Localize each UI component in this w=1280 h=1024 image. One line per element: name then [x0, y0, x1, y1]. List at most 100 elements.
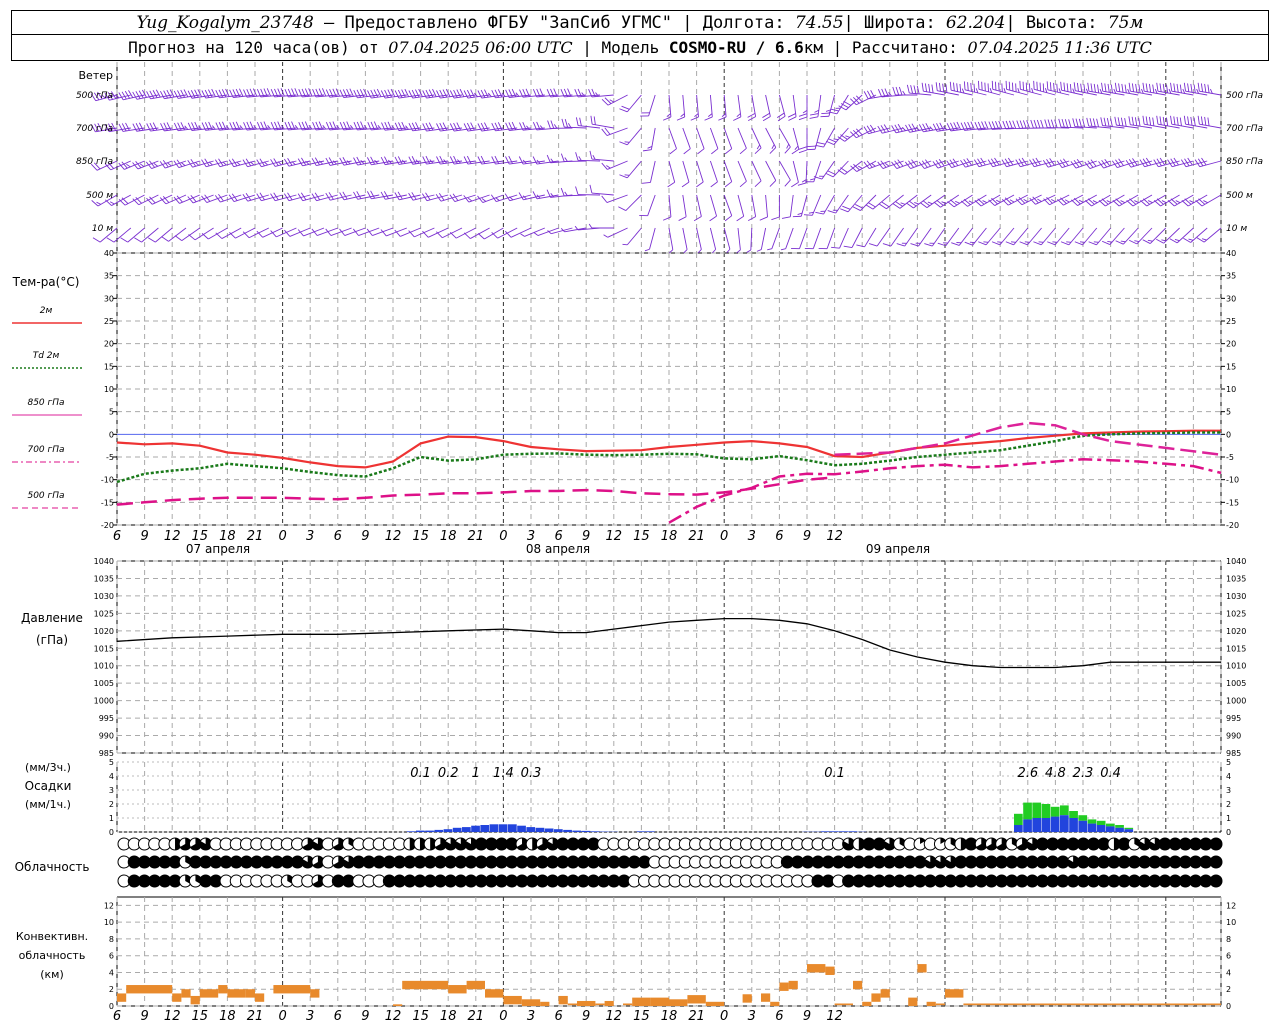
conv-bar [218, 985, 228, 994]
wind-barb-feather [678, 216, 687, 221]
conv-bar [540, 1001, 550, 1006]
wind-barb [663, 94, 672, 121]
precip-bar-1h [1023, 819, 1032, 832]
wind-barb-feather [842, 205, 851, 210]
wind-barb-feather [906, 84, 910, 94]
wind-barb [601, 194, 628, 203]
pressure-tick-label: 1040 [1226, 557, 1246, 566]
x-tick-label: 3 [748, 529, 756, 544]
precip-bar-1h [830, 831, 839, 832]
wind-barb-shaft [723, 227, 731, 250]
temp-legend-label: 700 гПа [27, 445, 64, 455]
precip-bar-3h [1050, 806, 1060, 817]
wind-barb [690, 94, 699, 121]
wind-barb-shaft [696, 160, 704, 183]
x-tick-label: 15 [412, 529, 429, 544]
wind-barb [906, 84, 932, 96]
wind-barb-feather [1120, 117, 1124, 127]
wind-barb [723, 227, 731, 254]
wind-barb [852, 194, 877, 211]
wind-barb-feather [897, 123, 903, 132]
wind-barb-feather [988, 121, 993, 130]
wind-barb-feather [405, 125, 409, 130]
precip-tick-label: 0 [1226, 828, 1231, 837]
conv-bar [788, 980, 798, 990]
wind-barb-feather [215, 232, 223, 239]
wind-barb-feather [784, 146, 791, 154]
wind-barb-feather [1110, 84, 1113, 93]
wind-level-label: 500 м [1226, 191, 1253, 201]
temp-tick-label: 20 [104, 340, 114, 349]
pressure-tick-label: 985 [99, 749, 114, 758]
wind-barb-feather [845, 135, 851, 138]
wind-barb-feather [147, 237, 156, 243]
wind-barb [682, 227, 688, 254]
conv-bar [255, 993, 265, 1002]
wind-barb-shaft [682, 127, 691, 149]
wind-barb [949, 81, 973, 96]
wind-barb-feather [681, 181, 690, 188]
wind-barb-feather [736, 113, 741, 118]
wind-barb-feather [815, 144, 824, 148]
wind-barb-feather [902, 90, 906, 96]
wind-barb-feather [624, 174, 630, 176]
wind-barb-feather [762, 116, 771, 122]
temp-tick-label: 10 [104, 385, 114, 394]
precip-bar-3h [1106, 823, 1115, 827]
wind-barb-feather [152, 90, 158, 98]
wind-barb-shaft [649, 160, 656, 183]
wind-barb-feather [901, 126, 906, 131]
wind-barb [146, 89, 173, 100]
wind-barb [762, 94, 771, 122]
wind-barb [843, 227, 863, 248]
wind-barb [520, 227, 545, 237]
wind-barb [477, 155, 504, 165]
wind-barb-feather [477, 233, 485, 240]
wind-barb-feather [589, 150, 593, 160]
wind-barb-feather [1097, 84, 1100, 93]
precip-bar-1h [434, 829, 444, 832]
precip-bar-1h [535, 827, 545, 832]
wind-barb [380, 227, 407, 237]
wind-barb-feather [153, 163, 158, 167]
precip-tick-label: 0 [109, 828, 114, 837]
wind-barb-feather [1118, 83, 1121, 92]
wind-barb-feather [356, 156, 362, 165]
x-tick-label: 12 [385, 529, 402, 544]
wind-barb [1128, 227, 1153, 245]
conv-bar [567, 1003, 577, 1006]
wind-barb [463, 122, 490, 132]
wind-barb-feather [1053, 82, 1055, 92]
wind-barb-feather [1204, 116, 1207, 126]
wind-barb-feather [1114, 116, 1117, 126]
temp-tick-label: -10 [1226, 476, 1239, 485]
wind-barb-feather [840, 208, 849, 213]
wind-barb-feather [146, 91, 151, 100]
pressure-tick-label: 1035 [1226, 574, 1246, 583]
wind-barb-feather [236, 161, 241, 166]
wind-barb-feather [314, 157, 320, 166]
wind-barb-feather [1196, 237, 1205, 243]
wind-barb-feather [704, 116, 713, 121]
x-tick-label: 21 [247, 1009, 264, 1024]
wind-barb-feather [547, 120, 551, 129]
wind-barb-feather [1152, 117, 1155, 126]
wind-barb [709, 194, 717, 222]
wind-barb-feather [1207, 117, 1210, 126]
wind-barb-feather [1086, 117, 1090, 127]
wind-barb [746, 227, 753, 253]
wind-barb-feather [931, 84, 934, 93]
wind-barb-feather [724, 215, 733, 222]
wind-barb [147, 227, 173, 243]
precip-bar-1h [425, 830, 434, 832]
wind-barb-shaft [737, 227, 741, 250]
conv-bar [485, 989, 504, 998]
wind-barb [767, 227, 780, 251]
conv-bar [669, 999, 688, 1006]
wind-barb [1183, 82, 1208, 96]
wind-barb [765, 160, 777, 187]
wind-barb-feather [1183, 115, 1186, 125]
precip-3h-label: 1 [472, 766, 480, 781]
wind-barb [736, 194, 745, 222]
wind-barb-feather [397, 156, 403, 165]
